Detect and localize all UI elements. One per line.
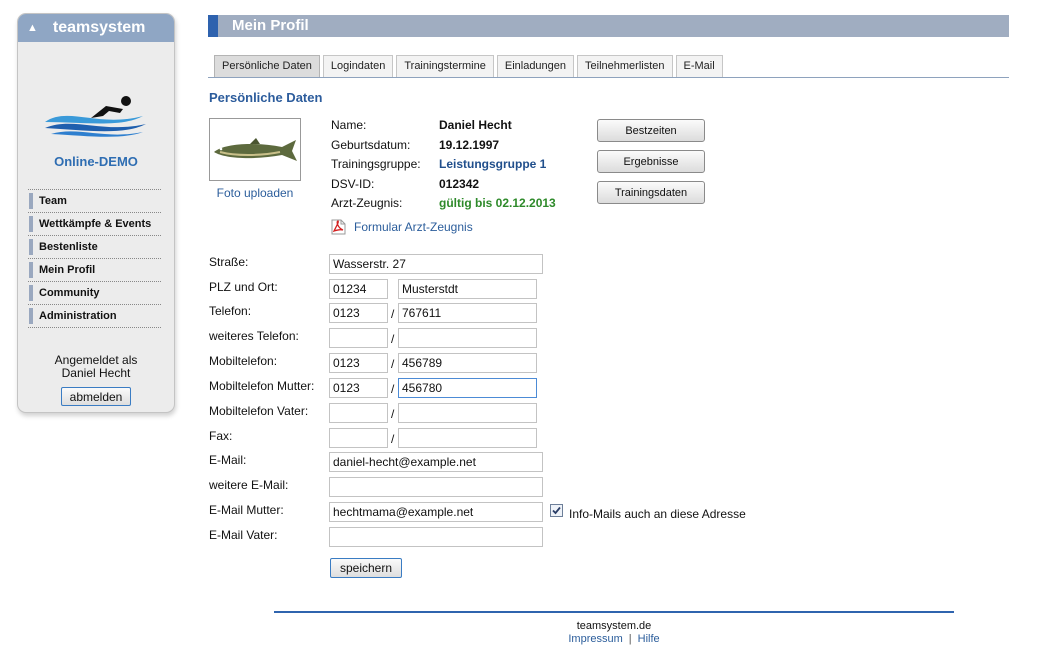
zip-input[interactable] — [329, 279, 388, 299]
fax-area-input[interactable] — [329, 428, 388, 448]
tab-personal-data[interactable]: Persönliche Daten — [214, 55, 320, 77]
training-group-link[interactable]: Leistungsgruppe 1 — [439, 157, 546, 171]
save-button[interactable]: speichern — [330, 558, 402, 578]
sidebar-item-profile[interactable]: Mein Profil — [28, 259, 161, 282]
training-group-label: Trainingsgruppe: — [331, 157, 421, 171]
fax-number-input[interactable] — [398, 428, 537, 448]
section-title: Persönliche Daten — [209, 90, 323, 105]
checkmark-icon — [552, 506, 561, 515]
phone-number-input[interactable] — [398, 303, 537, 323]
phone2-number-input[interactable] — [398, 328, 537, 348]
tab-training-dates[interactable]: Trainingstermine — [396, 55, 494, 77]
fax-separator: / — [391, 432, 395, 446]
mobile-separator: / — [391, 357, 395, 371]
fax-label: Fax: — [209, 429, 233, 443]
phone2-area-input[interactable] — [329, 328, 388, 348]
mobile-father-separator: / — [391, 407, 395, 421]
logout-button[interactable]: abmelden — [60, 387, 132, 406]
footer-site: teamsystem.de — [576, 620, 652, 632]
collapse-arrow-icon[interactable]: ▲ — [27, 22, 38, 34]
profile-tabs: Persönliche Daten Logindaten Trainingste… — [208, 55, 1009, 78]
sidebar-item-events[interactable]: Wettkämpfe & Events — [28, 213, 161, 236]
mobile-mother-label: Mobiltelefon Mutter: — [209, 379, 315, 393]
street-input[interactable] — [329, 254, 543, 274]
city-input[interactable] — [398, 279, 537, 299]
name-value: Daniel Hecht — [439, 118, 512, 132]
sidebar-title: teamsystem — [52, 19, 146, 36]
email-input[interactable] — [329, 452, 543, 472]
mobile-father-label: Mobiltelefon Vater: — [209, 404, 309, 418]
login-status: Angemeldet als Daniel Hecht — [18, 354, 174, 380]
sidebar-item-team[interactable]: Team — [28, 190, 161, 213]
dsv-id-value: 012342 — [439, 176, 480, 191]
email2-input[interactable] — [329, 477, 543, 497]
tab-email[interactable]: E-Mail — [675, 55, 723, 77]
sidebar-nav: Team Wettkämpfe & Events Bestenliste Mei… — [28, 189, 161, 328]
doctor-form-label: Formular Arzt-Zeugnis — [354, 220, 473, 234]
profile-photo — [209, 118, 301, 181]
street-label: Straße: — [209, 255, 249, 269]
mobile-father-area-input[interactable] — [329, 403, 388, 423]
mobile-area-input[interactable] — [329, 353, 388, 373]
birthdate-value: 19.12.1997 — [439, 137, 500, 152]
phone-separator: / — [391, 307, 395, 321]
phone-area-input[interactable] — [329, 303, 388, 323]
sidebar-item-administration[interactable]: Administration — [28, 305, 161, 328]
info-mails-label: Info-Mails auch an diese Adresse — [569, 507, 746, 521]
brand-label: Online-DEMO — [54, 154, 138, 169]
sidebar-item-community[interactable]: Community — [28, 282, 161, 305]
mobile-father-number-input[interactable] — [398, 403, 537, 423]
phone2-separator: / — [391, 332, 395, 346]
dsv-id-label: DSV-ID: — [331, 176, 375, 191]
email2-label: weitere E-Mail: — [209, 478, 289, 492]
sidebar-item-rankings[interactable]: Bestenliste — [28, 236, 161, 259]
pike-fish-icon — [214, 137, 297, 161]
sidebar: ▲ teamsystem Online-DEMO Team Wettkämpfe… — [17, 13, 175, 413]
mobile-mother-number-input[interactable] — [398, 378, 537, 398]
email-mother-label: E-Mail Mutter: — [209, 503, 284, 517]
mobile-label: Mobiltelefon: — [209, 354, 278, 368]
name-label: Name: — [331, 118, 367, 132]
pdf-icon — [331, 219, 346, 235]
info-mails-checkbox[interactable] — [550, 504, 563, 517]
best-times-button[interactable]: Bestzeiten — [597, 119, 705, 142]
tab-participant-lists[interactable]: Teilnehmerlisten — [577, 55, 673, 77]
tab-invitations[interactable]: Einladungen — [496, 55, 575, 77]
training-data-button[interactable]: Trainingsdaten — [597, 181, 705, 204]
tab-login-data[interactable]: Logindaten — [322, 55, 394, 77]
photo-upload-link[interactable]: Foto uploaden — [209, 186, 301, 200]
email-mother-input[interactable] — [329, 502, 543, 522]
swimmer-logo-icon — [43, 94, 148, 138]
phone2-label: weiteres Telefon: — [209, 329, 299, 343]
footer-divider — [274, 611, 954, 613]
email-father-input[interactable] — [329, 527, 543, 547]
results-button[interactable]: Ergebnisse — [597, 150, 705, 173]
footer-separator: | — [628, 633, 632, 645]
phone-label: Telefon: — [209, 304, 252, 318]
mobile-mother-separator: / — [391, 382, 395, 396]
help-link[interactable]: Hilfe — [638, 633, 660, 645]
page-title: Mein Profil — [208, 15, 1009, 37]
doctor-cert-label: Arzt-Zeugnis: — [331, 196, 403, 210]
mobile-mother-area-input[interactable] — [329, 378, 388, 398]
doctor-cert-value: gültig bis 02.12.2013 — [439, 196, 556, 210]
footer: teamsystem.de Impressum | Hilfe — [274, 620, 954, 646]
email-father-label: E-Mail Vater: — [209, 528, 278, 542]
impressum-link[interactable]: Impressum — [568, 633, 622, 645]
sidebar-header[interactable]: ▲ teamsystem — [18, 14, 174, 42]
mobile-number-input[interactable] — [398, 353, 537, 373]
login-status-user: Daniel Hecht — [61, 366, 131, 380]
email-label: E-Mail: — [209, 453, 247, 467]
birthdate-label: Geburtsdatum: — [331, 137, 411, 152]
zip-city-label: PLZ und Ort: — [209, 280, 278, 294]
doctor-form-link[interactable]: Formular Arzt-Zeugnis — [331, 219, 473, 235]
